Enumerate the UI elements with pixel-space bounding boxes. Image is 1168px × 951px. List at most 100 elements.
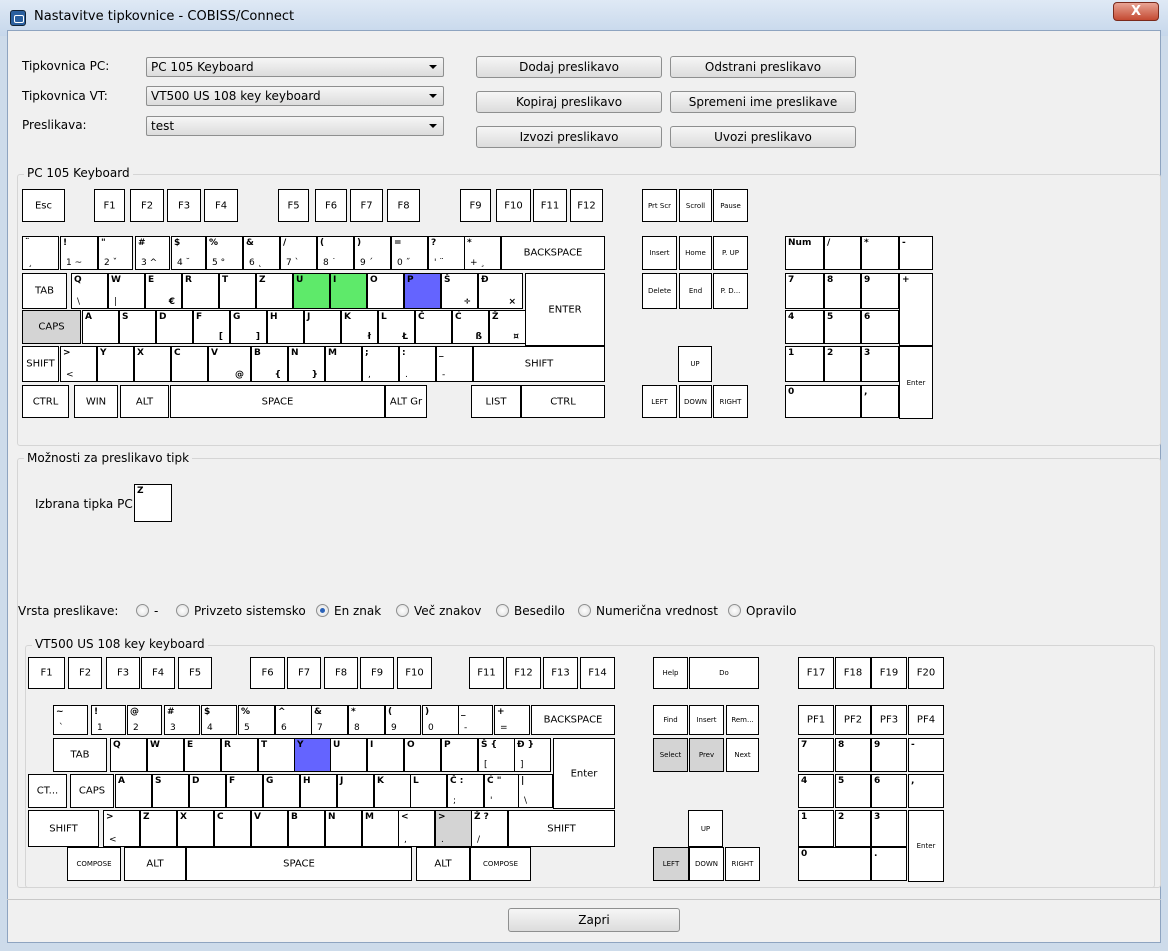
vt-key[interactable]: 9 — [871, 738, 907, 772]
vt-key[interactable]: F9 — [360, 657, 394, 689]
vt-key[interactable]: 3 — [871, 810, 907, 847]
vt-key[interactable]: , — [908, 774, 944, 808]
vt-key[interactable]: PF4 — [908, 705, 944, 735]
pc-key[interactable]: W | — [108, 273, 145, 309]
vt-key[interactable]: B — [288, 810, 325, 847]
pc-keyboard-select[interactable]: PC 105 Keyboard — [146, 57, 444, 77]
pc-key[interactable]: Num — [785, 236, 824, 270]
pc-key[interactable]: F3 — [167, 189, 201, 222]
pc-key[interactable]: F10 — [496, 189, 531, 222]
pc-key[interactable]: WIN — [74, 385, 118, 418]
vt-key[interactable]: Ž ? / — [471, 810, 508, 847]
vt-key[interactable]: Y — [294, 738, 331, 772]
vt-key[interactable]: F7 — [287, 657, 321, 689]
vt-key[interactable]: L — [410, 774, 447, 808]
vt-key[interactable]: I — [367, 738, 404, 772]
pc-key[interactable]: F7 — [350, 189, 383, 222]
mapping-type-radio[interactable] — [176, 604, 189, 617]
pc-key[interactable]: % 5 ° — [206, 236, 243, 270]
pc-key[interactable]: F2 — [130, 189, 164, 222]
pc-key[interactable]: F8 — [387, 189, 420, 222]
mapping-type-option-label[interactable]: Besedilo — [514, 604, 565, 618]
vt-key[interactable]: PF3 — [871, 705, 907, 735]
pc-key[interactable]: 2 — [824, 346, 861, 382]
vt-key[interactable]: Help — [653, 657, 688, 689]
vt-key[interactable]: W — [147, 738, 184, 772]
vt-key[interactable]: K — [374, 774, 411, 808]
pc-key[interactable]: ) 9 ´ — [354, 236, 391, 270]
vt-key[interactable]: COMPOSE — [67, 847, 121, 881]
vt-key[interactable]: U — [330, 738, 367, 772]
mapping-type-radio[interactable] — [316, 604, 329, 617]
mapping-type-option-label[interactable]: - — [154, 604, 158, 618]
vt-key[interactable]: % 5 — [238, 705, 275, 735]
pc-key[interactable]: C — [171, 346, 208, 382]
vt-key[interactable]: F8 — [324, 657, 358, 689]
pc-key[interactable]: I — [330, 273, 367, 309]
pc-key[interactable]: O — [367, 273, 404, 309]
pc-key[interactable]: SPACE — [170, 385, 385, 418]
pc-key[interactable]: / 7 ` — [280, 236, 317, 270]
mapping-type-radio[interactable] — [396, 604, 409, 617]
pc-key[interactable]: RIGHT — [713, 385, 748, 418]
pc-key[interactable]: ? ' ¨ — [428, 236, 465, 270]
pc-key[interactable]: F11 — [533, 189, 567, 222]
vt-key[interactable]: . — [871, 847, 907, 881]
vt-key[interactable]: ^ 6 — [275, 705, 312, 735]
mapping-select[interactable]: test — [146, 116, 444, 136]
vt-key[interactable]: COMPOSE — [470, 847, 531, 881]
pc-key[interactable]: ALT Gr — [385, 385, 427, 418]
pc-key[interactable]: #3 ^ — [135, 236, 170, 270]
pc-key[interactable]: 4 — [785, 310, 824, 344]
pc-key[interactable]: Enter — [899, 346, 933, 419]
pc-key[interactable]: F5 — [278, 189, 309, 222]
pc-key[interactable]: 7 — [785, 273, 824, 309]
pc-key[interactable]: SHIFT — [22, 346, 59, 382]
pc-key[interactable]: P — [404, 273, 441, 309]
vt-key[interactable]: Select — [653, 738, 688, 772]
pc-key[interactable]: Č — [415, 310, 452, 344]
pc-key[interactable]: CTRL — [521, 385, 605, 418]
vt-key[interactable]: Č :; — [447, 774, 484, 808]
vt-key[interactable]: A — [115, 774, 152, 808]
vt-key[interactable]: 7 — [798, 738, 834, 772]
vt-key[interactable]: F20 — [908, 657, 944, 689]
vt-key[interactable]: F3 — [106, 657, 140, 689]
vt-key[interactable]: N — [325, 810, 362, 847]
vt-key[interactable]: P — [441, 738, 478, 772]
vt-key[interactable]: Do — [689, 657, 759, 689]
pc-key[interactable]: 9 — [861, 273, 899, 309]
pc-key[interactable]: TAB — [22, 273, 67, 309]
vt-key[interactable]: 0 — [798, 847, 871, 881]
pc-key[interactable]: Scroll — [679, 189, 712, 222]
vt-key[interactable]: TAB — [53, 738, 107, 772]
remove-mapping-button[interactable]: Odstrani preslikavo — [670, 56, 856, 78]
vt-key[interactable]: RIGHT — [725, 847, 760, 881]
vt-key[interactable]: BACKSPACE — [531, 705, 615, 735]
pc-key[interactable]: Kł — [341, 310, 378, 344]
mapping-type-option-label[interactable]: Numerična vrednost — [596, 604, 718, 618]
pc-key[interactable]: LIST — [471, 385, 521, 418]
vt-key[interactable]: <, — [398, 810, 435, 847]
pc-key[interactable]: D — [156, 310, 193, 344]
pc-key[interactable]: Đ × — [478, 273, 523, 309]
vt-key[interactable]: @2 — [127, 705, 162, 735]
pc-key[interactable]: R — [182, 273, 219, 309]
pc-key[interactable]: S — [119, 310, 156, 344]
pc-key[interactable]: Esc — [22, 189, 65, 222]
vt-key[interactable]: LEFT — [653, 847, 689, 881]
vt-key[interactable]: J — [337, 774, 374, 808]
export-mapping-button[interactable]: Izvozi preslikavo — [476, 126, 662, 148]
vt-key[interactable]: R — [221, 738, 258, 772]
mapping-type-radio[interactable] — [728, 604, 741, 617]
vt-key[interactable]: Next — [726, 738, 759, 772]
pc-key[interactable]: Pause — [713, 189, 748, 222]
pc-key[interactable]: Prt Scr — [642, 189, 677, 222]
mapping-type-option-label[interactable]: Privzeto sistemsko — [194, 604, 306, 618]
vt-key[interactable]: PF1 — [798, 705, 834, 735]
pc-key[interactable]: ! 1 ~ — [60, 236, 98, 270]
pc-key[interactable]: UP — [678, 346, 712, 382]
vt-key[interactable]: & 7 — [311, 705, 348, 735]
vt-key[interactable]: F18 — [835, 657, 871, 689]
pc-key[interactable]: T — [219, 273, 256, 309]
